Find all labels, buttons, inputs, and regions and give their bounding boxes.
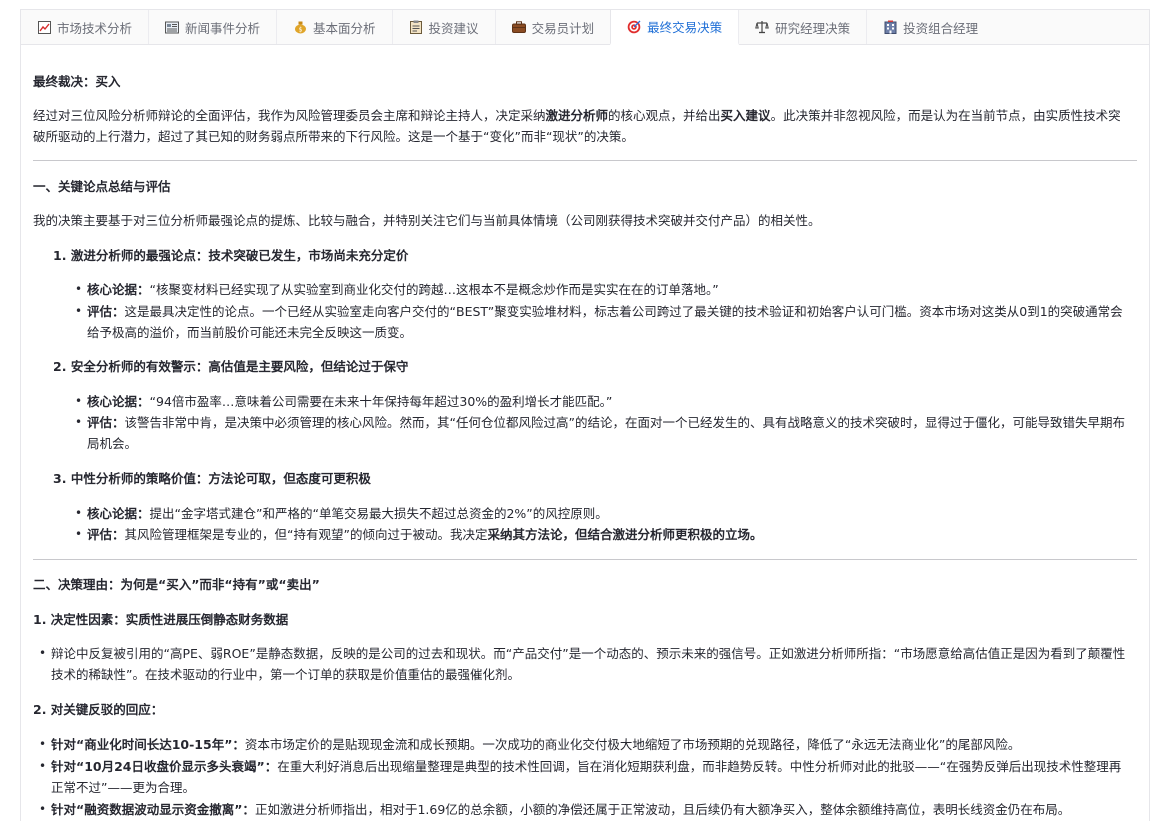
argument-3-heading: 3. 中性分析师的策略价值：方法论可取，但态度可更积极 [53, 471, 371, 486]
section2-heading: 二、决策理由：为何是“买入”而非“持有”或“卖出” [33, 577, 320, 592]
rebuttal-1: 针对“商业化时间长达10-15年”：资本市场定价的是贴现现金流和成长预期。一次成… [39, 734, 1126, 755]
tab-label: 投资组合经理 [903, 20, 979, 36]
tab-label: 研究经理决策 [775, 20, 851, 36]
argument-3-core: 核心论据：提出“金字塔式建仓”和严格的“单笔交易最大损失不超过总资金的2%”的风… [75, 503, 1127, 524]
divider [33, 559, 1137, 560]
decision-content: 最终裁决：买入 经过对三位风险分析师辩论的全面评估，我作为风险管理委员会主席和辩… [20, 45, 1150, 821]
intro-paragraph: 经过对三位风险分析师辩论的全面评估，我作为风险管理委员会主席和辩论主持人，决定采… [33, 108, 1121, 144]
argument-1-core: 核心论据：“核聚变材料已经实现了从实验室到商业化交付的跨越…这根本不是概念炒作而… [75, 279, 1127, 300]
argument-3-evaluation: 评估：其风险管理框架是专业的，但“持有观望”的倾向过于被动。我决定采纳其方法论，… [75, 524, 1127, 545]
chart-icon [37, 20, 51, 34]
rebuttal-3: 针对“融资数据波动显示资金撤离”：正如激进分析师指出，相对于1.69亿的总余额，… [39, 799, 1126, 820]
tab-research-manager-decision[interactable]: 研究经理决策 [739, 10, 868, 44]
clipboard-icon [409, 20, 423, 34]
tab-label: 最终交易决策 [647, 20, 723, 35]
argument-2-evaluation: 评估：该警告非常中肯，是决策中必须管理的核心风险。然而，其“任何仓位都风险过高”… [75, 412, 1127, 454]
money-bag-icon: $ [293, 20, 307, 34]
argument-2-core: 核心论据：“94倍市盈率…意味着公司需要在未来十年保持每年超过30%的盈利增长才… [75, 391, 1127, 412]
tab-market-technical-analysis[interactable]: 市场技术分析 [21, 10, 150, 44]
building-icon [883, 20, 897, 34]
section2-subheading-1: 1. 决定性因素：实质性进展压倒静态财务数据 [33, 612, 289, 627]
svg-text:$: $ [298, 27, 302, 34]
section1-heading: 一、关键论点总结与评估 [33, 179, 171, 194]
divider [33, 160, 1137, 161]
tab-trader-plan[interactable]: 交易员计划 [496, 10, 612, 44]
tab-label: 基本面分析 [313, 20, 376, 36]
final-verdict: 最终裁决：买入 [33, 74, 121, 89]
tab-final-trading-decision[interactable]: 最终交易决策 [610, 10, 740, 45]
section1-description: 我的决策主要基于对三位分析师最强论点的提炼、比较与融合，并特别关注它们与当前具体… [33, 213, 821, 228]
argument-2-heading: 2. 安全分析师的有效警示：高估值是主要风险，但结论过于保守 [53, 359, 409, 374]
tab-news-event-analysis[interactable]: 新闻事件分析 [149, 10, 278, 44]
tab-label: 投资建议 [428, 20, 479, 36]
argument-1-evaluation: 评估：这是最具决定性的论点。一个已经从实验室走向客户交付的“BEST”聚变实验堆… [75, 301, 1127, 343]
rebuttal-2: 针对“10月24日收盘价显示多头衰竭”：在重大利好消息后出现缩量整理是典型的技术… [39, 756, 1126, 798]
tab-label: 新闻事件分析 [185, 20, 261, 36]
newspaper-icon [165, 20, 180, 34]
tab-fundamental-analysis[interactable]: $ 基本面分析 [277, 10, 393, 44]
tab-investment-advice[interactable]: 投资建议 [393, 10, 496, 44]
tab-label: 交易员计划 [531, 20, 595, 36]
section2-point: 辩论中反复被引用的“高PE、弱ROE”是静态数据，反映的是公司的过去和现状。而“… [39, 643, 1126, 685]
briefcase-icon [511, 20, 526, 34]
tab-bar: 市场技术分析 新闻事件分析 $ 基本面分析 投资建议 交易员计划 最终交易决策 [20, 9, 1150, 45]
tab-label: 市场技术分析 [57, 20, 133, 36]
tab-portfolio-manager[interactable]: 投资组合经理 [867, 10, 994, 44]
scales-icon [755, 20, 769, 34]
argument-1-heading: 1. 激进分析师的最强论点：技术突破已发生，市场尚未充分定价 [53, 248, 409, 263]
target-icon [627, 20, 641, 34]
section2-subheading-2: 2. 对关键反驳的回应： [33, 702, 164, 717]
